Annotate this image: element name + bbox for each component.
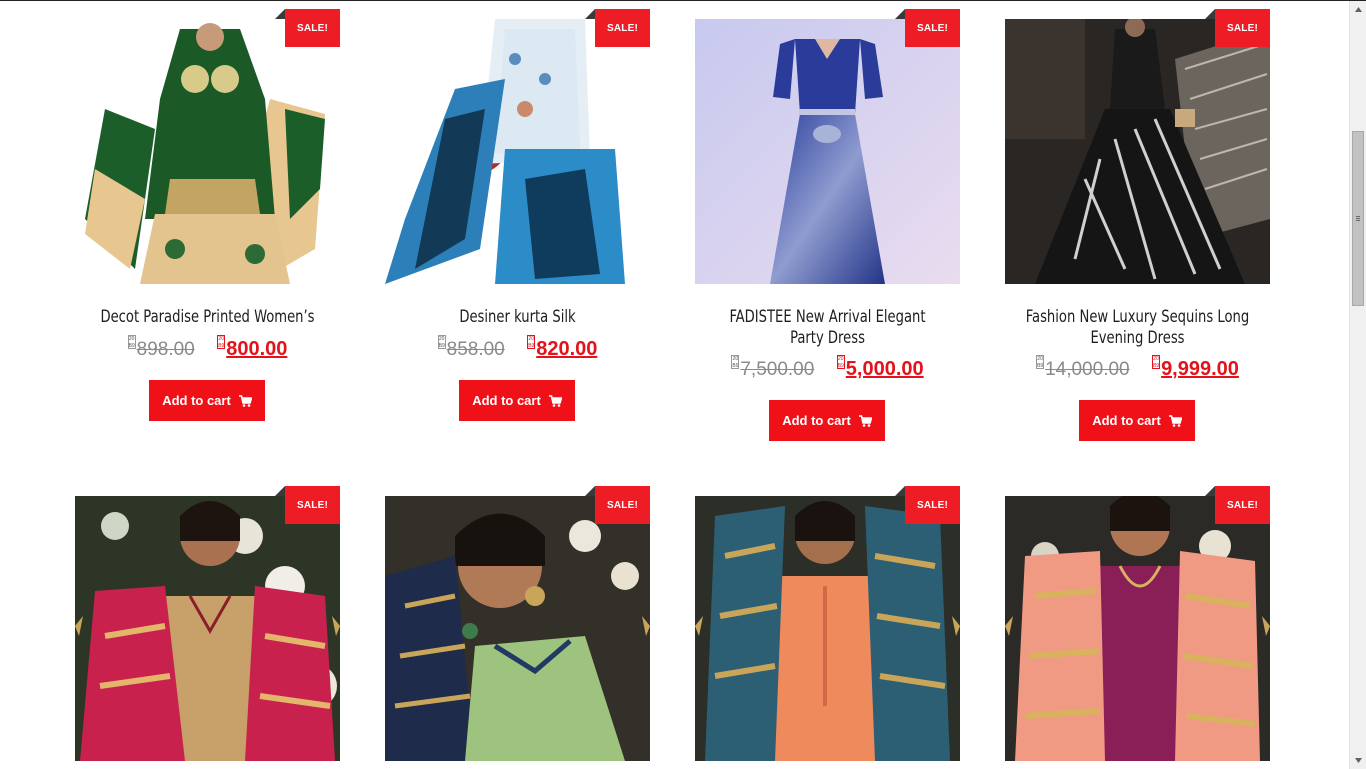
product-image[interactable] (385, 496, 650, 761)
price-row: 20 B914,000.00 20 B99,999.00 (1005, 355, 1270, 381)
product-image[interactable] (75, 496, 340, 761)
add-to-cart-button[interactable]: Add to cart (1079, 400, 1195, 441)
product-title[interactable]: FADISTEE New Arrival Elegant Party Dress (714, 307, 942, 349)
sale-badge: SALE! (1205, 9, 1270, 47)
regular-price: 14,000.00 (1045, 359, 1130, 380)
product-card: SALE! FADISTEE New Arrival Elegant Party… (695, 9, 960, 449)
product-card: SALE! (1005, 486, 1270, 761)
regular-price: 898.00 (136, 339, 195, 360)
sale-badge: SALE! (895, 486, 960, 524)
shopping-cart-icon (858, 414, 872, 427)
scrollbar-thumb[interactable] (1352, 131, 1364, 306)
add-to-cart-label: Add to cart (1092, 413, 1161, 428)
sale-badge: SALE! (585, 486, 650, 524)
shopping-cart-icon (548, 394, 562, 407)
product-image[interactable] (75, 19, 340, 284)
scroll-down-arrow-icon[interactable] (1350, 752, 1366, 769)
regular-price: 7,500.00 (740, 359, 815, 380)
product-title[interactable]: Desiner kurta Silk (404, 307, 632, 328)
vertical-scrollbar[interactable] (1349, 1, 1366, 769)
scroll-up-arrow-icon[interactable] (1350, 1, 1366, 18)
add-to-cart-button[interactable]: Add to cart (149, 380, 265, 421)
price-row: 20 B97,500.00 20 B95,000.00 (695, 355, 960, 381)
add-to-cart-button[interactable]: Add to cart (769, 400, 885, 441)
currency-symbol-icon: 20 B9 (1036, 355, 1045, 369)
product-card: SALE! Decot Paradise Printed Women’s 20 B… (75, 9, 340, 429)
sale-badge: SALE! (275, 9, 340, 47)
add-to-cart-button[interactable]: Add to cart (459, 380, 575, 421)
sale-price: 800.00 (226, 338, 288, 360)
product-title[interactable]: Decot Paradise Printed Women’s (94, 307, 322, 328)
regular-price: 858.00 (446, 339, 505, 360)
currency-symbol-icon: 20 B9 (437, 335, 446, 349)
sale-badge: SALE! (585, 9, 650, 47)
product-image[interactable] (1005, 19, 1270, 284)
product-image[interactable] (385, 19, 650, 284)
product-grid: SALE! Decot Paradise Printed Women’s 20 B… (0, 1, 1349, 769)
currency-symbol-icon: 20 B9 (836, 355, 845, 369)
sale-badge: SALE! (895, 9, 960, 47)
shopping-cart-icon (238, 394, 252, 407)
product-card: SALE! (75, 486, 340, 761)
currency-symbol-icon: 20 B9 (527, 335, 536, 349)
currency-symbol-icon: 20 B9 (1152, 355, 1161, 369)
currency-symbol-icon: 20 B9 (731, 355, 740, 369)
product-card: SALE! (695, 486, 960, 761)
price-row: 20 B9898.00 20 B9800.00 (75, 335, 340, 361)
product-image[interactable] (695, 496, 960, 761)
currency-symbol-icon: 20 B9 (127, 335, 136, 349)
product-image[interactable] (695, 19, 960, 284)
product-title[interactable]: Fashion New Luxury Sequins Long Evening … (1024, 307, 1252, 349)
sale-price: 9,999.00 (1161, 358, 1239, 380)
sale-price: 5,000.00 (845, 358, 924, 380)
add-to-cart-label: Add to cart (162, 393, 231, 408)
currency-symbol-icon: 20 B9 (217, 335, 226, 349)
product-card: SALE! (385, 486, 650, 761)
shopping-cart-icon (1168, 414, 1182, 427)
price-row: 20 B9858.00 20 B9820.00 (385, 335, 650, 361)
product-card: SALE! Fashion New Luxury Sequins Long Ev… (1005, 9, 1270, 449)
sale-badge: SALE! (275, 486, 340, 524)
add-to-cart-label: Add to cart (782, 413, 851, 428)
sale-badge: SALE! (1205, 486, 1270, 524)
product-image[interactable] (1005, 496, 1270, 761)
product-card: SALE! Desiner kurta Silk 20 B9858.00 20 B9… (385, 9, 650, 429)
add-to-cart-label: Add to cart (472, 393, 541, 408)
sale-price: 820.00 (536, 338, 598, 360)
